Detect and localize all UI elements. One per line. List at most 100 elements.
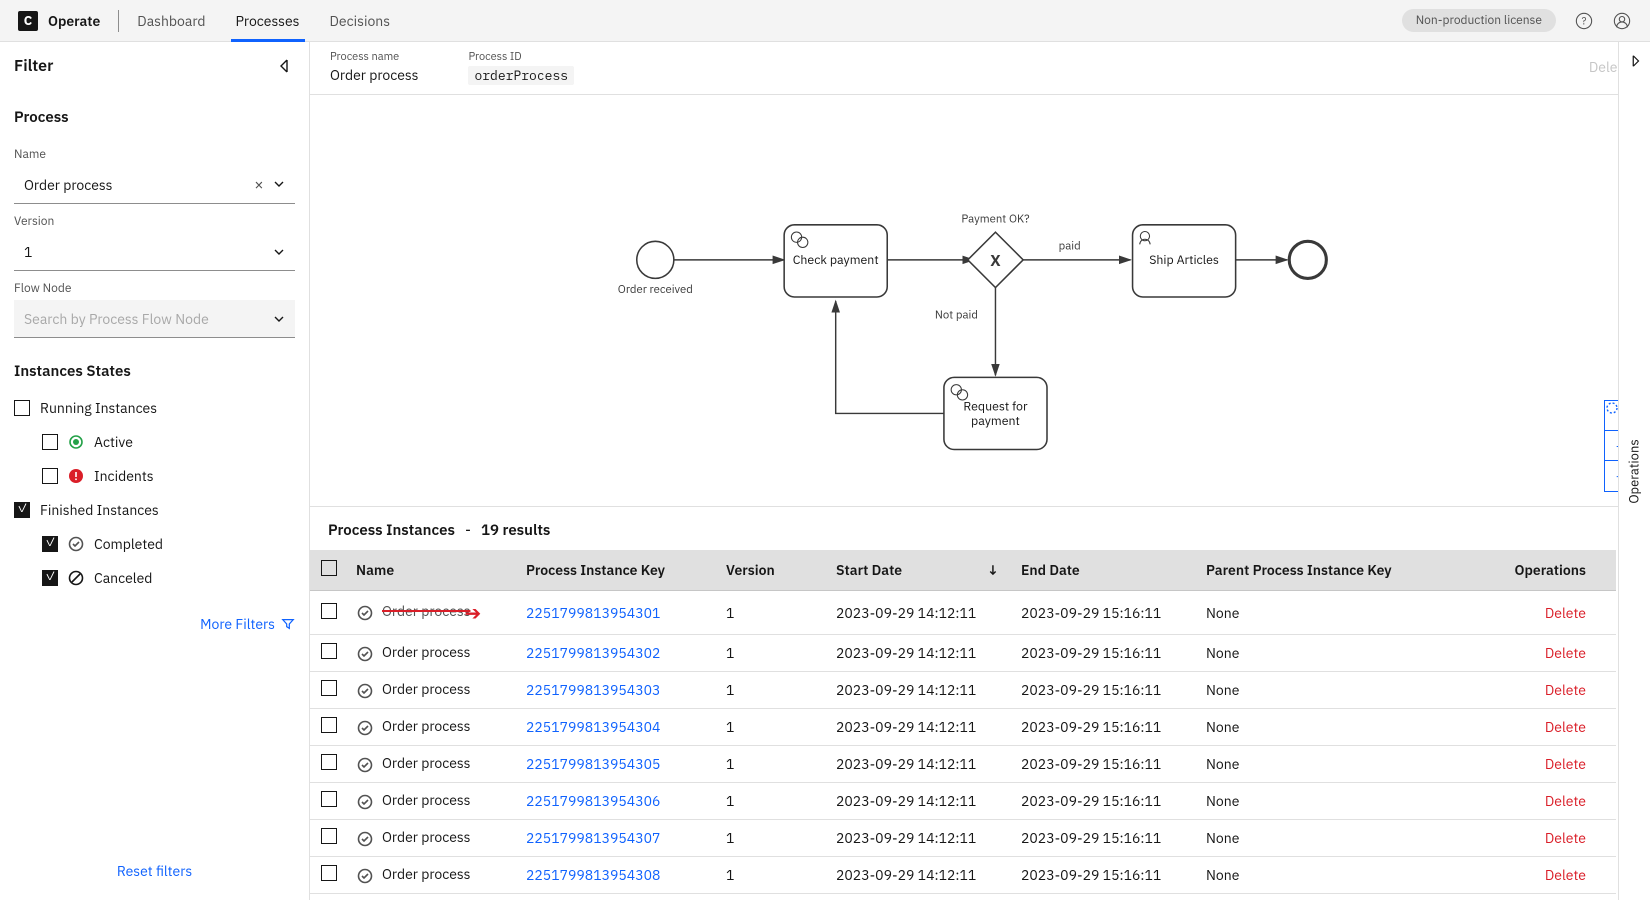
col-parent-key[interactable]: Parent Process Instance Key xyxy=(1198,550,1458,591)
nav-tab-dashboard[interactable]: Dashboard xyxy=(137,0,205,41)
row-name: Order process xyxy=(382,754,470,772)
table-row: Order process 2251799813954304 1 2023-09… xyxy=(310,709,1616,746)
help-icon[interactable]: ? xyxy=(1574,11,1594,31)
completed-icon xyxy=(356,682,374,700)
row-end-date: 2023-09-29 15:16:11 xyxy=(1013,820,1198,857)
active-checkbox[interactable]: Active xyxy=(42,433,295,451)
col-end-date[interactable]: End Date xyxy=(1013,550,1198,591)
instance-key-link[interactable]: 2251799813954308 xyxy=(526,866,660,884)
delete-instance-button[interactable]: Delete xyxy=(1545,755,1586,773)
delete-instance-button[interactable]: Delete xyxy=(1545,644,1586,662)
running-label: Running Instances xyxy=(40,399,157,417)
running-instances-checkbox[interactable]: Running Instances xyxy=(14,399,295,417)
row-end-date: 2023-09-29 15:16:11 xyxy=(1013,857,1198,894)
delete-instance-button[interactable]: Delete xyxy=(1545,829,1586,847)
incident-icon xyxy=(68,468,84,484)
table-row: Order process 2251799813954302 1 2023-09… xyxy=(310,635,1616,672)
process-name-select[interactable]: Order process × xyxy=(14,166,295,204)
operations-panel-toggle[interactable]: Operations xyxy=(1618,42,1650,900)
sort-desc-icon: ↓ xyxy=(987,561,999,579)
row-checkbox[interactable] xyxy=(321,828,337,844)
row-checkbox[interactable] xyxy=(321,865,337,881)
delete-instance-button[interactable]: Delete xyxy=(1545,604,1586,622)
select-all-checkbox[interactable] xyxy=(321,560,337,576)
row-parent: None xyxy=(1198,635,1458,672)
instance-key-link[interactable]: 2251799813954302 xyxy=(526,644,660,662)
svg-text:Check payment: Check payment xyxy=(793,252,879,268)
row-checkbox[interactable] xyxy=(321,603,337,619)
row-name: Order process xyxy=(382,865,470,883)
row-parent: None xyxy=(1198,783,1458,820)
clear-icon[interactable]: × xyxy=(254,175,264,195)
bpmn-diagram[interactable]: Order received Check payment X Payment O… xyxy=(310,95,1650,507)
active-label: Active xyxy=(94,433,133,451)
expand-operations-icon xyxy=(1628,54,1642,72)
row-checkbox[interactable] xyxy=(321,643,337,659)
table-row: Order process 2251799813954308 1 2023-09… xyxy=(310,857,1616,894)
col-version[interactable]: Version xyxy=(718,550,828,591)
instance-key-link[interactable]: 2251799813954306 xyxy=(526,792,660,810)
name-field-label: Name xyxy=(14,147,295,162)
row-version: 1 xyxy=(718,894,828,900)
svg-text:payment: payment xyxy=(971,413,1020,429)
incidents-checkbox[interactable]: Incidents xyxy=(42,467,295,485)
row-parent: None xyxy=(1198,709,1458,746)
process-id-meta-value: orderProcess xyxy=(468,66,574,85)
table-row: Order process 2251799813954309 1 2023-09… xyxy=(310,894,1616,900)
canceled-checkbox[interactable]: Canceled xyxy=(42,569,295,587)
instance-key-link[interactable]: 2251799813954301 xyxy=(526,604,660,622)
row-checkbox[interactable] xyxy=(321,680,337,696)
delete-instance-button[interactable]: Delete xyxy=(1545,718,1586,736)
svg-text:X: X xyxy=(990,251,1001,271)
instance-key-link[interactable]: 2251799813954303 xyxy=(526,681,660,699)
reset-filters-link[interactable]: Reset filters xyxy=(14,862,295,886)
row-name: Order process xyxy=(382,791,470,809)
delete-instance-button[interactable]: Delete xyxy=(1545,866,1586,884)
process-id-meta-label: Process ID xyxy=(468,50,574,64)
row-version: 1 xyxy=(718,857,828,894)
col-key[interactable]: Process Instance Key xyxy=(518,550,718,591)
col-start-date[interactable]: Start Date↓ xyxy=(828,550,1013,591)
row-start-date: 2023-09-29 14:12:11 xyxy=(828,709,1013,746)
instance-key-link[interactable]: 2251799813954305 xyxy=(526,755,660,773)
delete-instance-button[interactable]: Delete xyxy=(1545,792,1586,810)
row-end-date: 2023-09-29 15:16:11 xyxy=(1013,635,1198,672)
incidents-label: Incidents xyxy=(94,467,154,485)
row-version: 1 xyxy=(718,746,828,783)
row-checkbox[interactable] xyxy=(321,791,337,807)
instance-key-link[interactable]: 2251799813954304 xyxy=(526,718,660,736)
row-checkbox[interactable] xyxy=(321,717,337,733)
license-badge: Non-production license xyxy=(1402,9,1556,32)
nav-tab-processes[interactable]: Processes xyxy=(236,0,300,41)
version-select[interactable]: 1 xyxy=(14,233,295,271)
row-checkbox[interactable] xyxy=(321,754,337,770)
row-name: Order process xyxy=(382,717,470,735)
row-end-date: 2023-09-29 15:16:11 xyxy=(1013,894,1198,900)
instances-title: Process Instances xyxy=(328,521,455,540)
user-icon[interactable] xyxy=(1612,11,1632,31)
states-section-label: Instances States xyxy=(14,362,295,381)
instance-key-link[interactable]: 2251799813954307 xyxy=(526,829,660,847)
flownode-select[interactable]: Search by Process Flow Node xyxy=(14,300,295,338)
completed-label: Completed xyxy=(94,535,163,553)
app-name: Operate xyxy=(48,12,100,30)
collapse-filter-icon[interactable] xyxy=(275,56,295,76)
process-meta-bar: Process name Order process Process ID or… xyxy=(310,42,1650,95)
flownode-placeholder: Search by Process Flow Node xyxy=(24,310,209,328)
finished-instances-checkbox[interactable]: Finished Instances xyxy=(14,501,295,519)
svg-text:Not paid: Not paid xyxy=(935,308,978,323)
table-row: Order process 2251799813954306 1 2023-09… xyxy=(310,783,1616,820)
chevron-down-icon xyxy=(273,246,285,258)
row-name: Order process xyxy=(382,680,470,698)
nav-tab-decisions[interactable]: Decisions xyxy=(330,0,391,41)
logo-icon: C xyxy=(18,11,38,31)
col-name[interactable]: Name xyxy=(348,550,518,591)
delete-instance-button[interactable]: Delete xyxy=(1545,681,1586,699)
row-parent: None xyxy=(1198,857,1458,894)
chevron-down-icon xyxy=(273,313,285,325)
completed-checkbox[interactable]: Completed xyxy=(42,535,295,553)
svg-text:Order received: Order received xyxy=(618,282,693,297)
canceled-icon xyxy=(68,570,84,586)
row-start-date: 2023-09-29 14:12:11 xyxy=(828,783,1013,820)
more-filters-link[interactable]: More Filters xyxy=(14,615,295,633)
